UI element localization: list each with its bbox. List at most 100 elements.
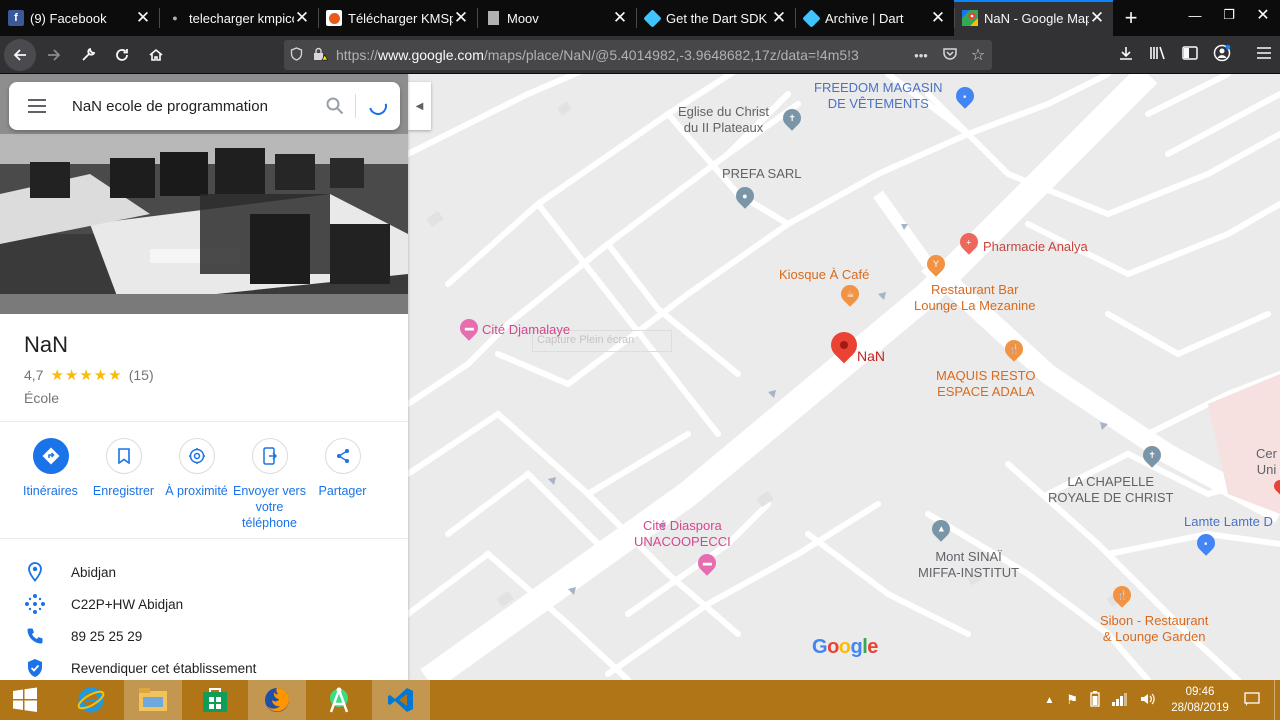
minimize-icon[interactable]: — [1178,0,1212,30]
restore-icon[interactable]: ❐ [1212,0,1246,30]
poi-cer-uni[interactable]: Cer Uni [1256,446,1277,478]
url-text[interactable]: https://www.google.com/maps/place/NaN/@5… [332,47,906,63]
place-panel: NaN 4,7 ★★★★★ (15) École Itinéraires Enr… [0,74,408,680]
close-tab-icon[interactable]: ✕ [930,8,946,28]
taskbar-firefox[interactable] [248,680,306,720]
tab-facebook[interactable]: f (9) Facebook ✕ [0,0,159,36]
taskbar-store[interactable] [186,680,244,720]
insecure-lock-icon[interactable] [308,47,332,64]
android-studio-icon [329,687,349,713]
phone-row[interactable]: 89 25 25 29 [0,620,408,652]
toolbar-right [1110,36,1280,74]
close-tab-icon[interactable]: ✕ [453,8,469,28]
url-bar[interactable]: https://www.google.com/maps/place/NaN/@5… [284,40,992,70]
start-button[interactable] [0,680,50,720]
taskbar-internet-explorer[interactable] [62,680,120,720]
new-tab-button[interactable]: + [1113,0,1149,36]
review-count[interactable]: (15) [129,367,154,383]
close-window-icon[interactable]: ✕ [1246,0,1280,30]
page-actions-icon[interactable]: ••• [906,48,936,63]
battery-icon[interactable] [1090,690,1100,710]
tab-archive-dart[interactable]: Archive | Dart ✕ [795,0,954,36]
collapse-panel-button[interactable]: ◀ [408,82,431,130]
close-tab-icon[interactable]: ✕ [294,8,310,28]
phone-text: 89 25 25 29 [71,628,143,644]
menu-icon[interactable] [9,99,65,113]
internet-explorer-icon [77,687,105,713]
taskbar-file-explorer[interactable] [124,680,182,720]
tab-kmspico[interactable]: Télécharger KMSpi ✕ [318,0,477,36]
poi-cite-diaspora[interactable]: Cité Diaspora UNACOOPECCI [634,518,731,550]
bookmark-star-icon[interactable]: ☆ [964,45,992,65]
close-tab-icon[interactable]: ✕ [612,8,628,28]
windows-taskbar: ▲ ⚑ 09:46 28/08/2019 [0,680,1280,720]
nav-toolbar: https://www.google.com/maps/place/NaN/@5… [0,36,1280,74]
search-input[interactable] [65,97,315,115]
search-icon[interactable] [315,97,355,115]
poi-mont-sinai[interactable]: Mont SINAÏ MIFFA-INSTITUT [918,549,1019,581]
notifications-icon[interactable] [1244,691,1260,709]
reload-button[interactable] [106,39,138,71]
poi-eglise-du-christ[interactable]: Eglise du Christ du II Plateaux [678,104,769,136]
poi-cite-djamalaye[interactable]: Cité Djamalaye [482,322,570,338]
close-tab-icon[interactable]: ✕ [1089,8,1105,28]
show-hidden-icons-icon[interactable]: ▲ [1044,695,1054,706]
volume-icon[interactable] [1140,692,1156,709]
plus-code-row[interactable]: C22P+HW Abidjan [0,588,408,620]
poi-kiosque-a-cafe[interactable]: Kiosque À Café [779,267,869,283]
rating-row[interactable]: 4,7 ★★★★★ (15) [24,366,154,384]
claim-business-row[interactable]: Revendiquer cet établissement [0,652,408,680]
download-icon[interactable] [1110,45,1142,65]
tracking-shield-icon[interactable] [284,46,308,64]
taskbar-android-studio[interactable] [310,680,368,720]
nearby-icon [178,438,215,474]
poi-lamte-lamte[interactable]: Lamte Lamte D [1184,514,1273,530]
poi-prefa-sarl[interactable]: PREFA SARL [722,166,801,182]
poi-maquis-resto-espace-adala[interactable]: MAQUIS RESTO ESPACE ADALA [936,368,1035,400]
poi-la-chapelle-royale[interactable]: LA CHAPELLE ROYALE DE CHRIST [1048,474,1173,506]
wrench-button[interactable] [72,39,104,71]
pocket-icon[interactable] [936,47,964,64]
signal-icon[interactable] [1112,692,1128,709]
map-canvas[interactable]: ◀ Capture Plein écran FREEDOM MAGASIN DE … [408,74,1280,680]
share-button[interactable]: Partager [306,438,379,531]
forward-button[interactable] [38,39,70,71]
home-button[interactable] [140,39,172,71]
sidebar-icon[interactable] [1174,46,1206,64]
close-tab-icon[interactable]: ✕ [135,8,151,28]
tab-moov[interactable]: Moov ✕ [477,0,636,36]
library-icon[interactable] [1142,45,1174,65]
tab-title: Get the Dart SDK | [666,10,771,26]
clock[interactable]: 09:46 28/08/2019 [1162,684,1238,716]
show-desktop-button[interactable] [1274,680,1280,720]
hamburger-menu-icon[interactable] [1248,46,1280,64]
nearby-button[interactable]: À proximité [160,438,233,531]
bookmark-icon [105,438,142,474]
kmspico-icon [326,10,342,26]
poi-nan-label[interactable]: NaN [857,348,885,364]
poi-restaurant-bar-la-mezanine[interactable]: Restaurant Bar Lounge La Mezanine [914,282,1035,314]
action-center-flag-icon[interactable]: ⚑ [1066,692,1078,708]
tab-title: Télécharger KMSpi [348,10,453,26]
account-icon[interactable] [1206,44,1238,66]
tab-dart-sdk[interactable]: Get the Dart SDK | ✕ [636,0,795,36]
place-category[interactable]: École [24,390,59,406]
map-roads [408,74,1280,680]
directions-icon [32,438,69,474]
taskbar-vscode[interactable] [372,680,430,720]
section-divider [0,538,408,539]
poi-pharmacie-analya[interactable]: Pharmacie Analya [983,239,1088,255]
close-tab-icon[interactable]: ✕ [771,8,787,28]
directions-button[interactable]: Itinéraires [14,438,87,531]
address-row[interactable]: Abidjan [0,556,408,588]
send-to-phone-button[interactable]: Envoyer vers votre téléphone [233,438,306,531]
poi-freedom-magasin[interactable]: FREEDOM MAGASIN DE VÊTEMENTS [814,80,943,112]
save-button[interactable]: Enregistrer [87,438,160,531]
page-icon [485,10,501,26]
google-logo: Google [812,636,878,658]
poi-sibon-restaurant[interactable]: Sibon - Restaurant & Lounge Garden [1100,613,1208,645]
back-button[interactable] [4,38,36,71]
tab-telecharger-kmpico[interactable]: ● telecharger kmpico ✕ [159,0,318,36]
tab-google-maps[interactable]: NaN - Google Map ✕ [954,0,1113,36]
plus-code-text: C22P+HW Abidjan [71,596,184,612]
